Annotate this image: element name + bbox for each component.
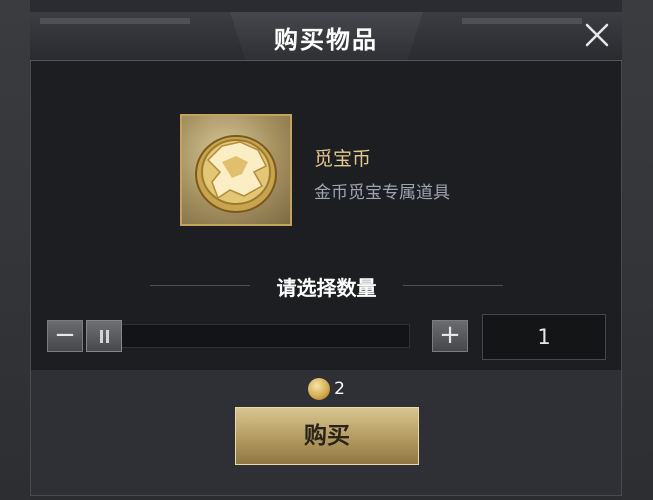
item-description: 金币觅宝专属道具 [314,183,450,203]
background-left [0,0,30,500]
dialog-title: 购买物品 [274,26,378,54]
quantity-slider-handle[interactable] [86,320,122,352]
decrease-button[interactable]: − [47,320,83,352]
quantity-slider-track[interactable] [88,324,410,348]
gold-coin-icon [308,378,331,400]
quantity-label: 请选择数量 [276,276,377,300]
item-name: 觅宝币 [314,148,372,170]
dialog-header: 购买物品 [30,12,622,61]
close-icon [585,23,609,47]
close-button[interactable] [582,20,612,50]
buy-button[interactable]: 购买 [235,407,419,465]
item-icon-frame [180,114,292,226]
treasure-coin-icon [195,135,277,213]
cost-display: 2 [0,378,653,402]
background-right [622,0,653,500]
quantity-input[interactable]: 1 [482,314,606,360]
increase-button[interactable]: + [432,320,468,352]
cost-amount: 2 [334,379,345,399]
